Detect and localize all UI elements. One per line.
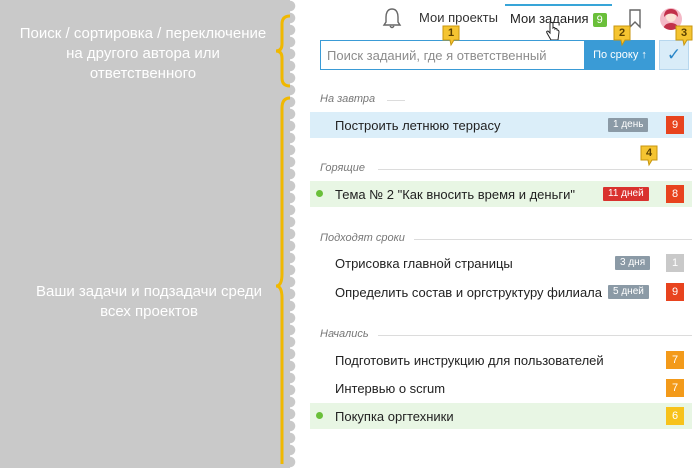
task-row[interactable]: Покупка оргтехники 6 [310, 403, 692, 429]
annotation-brace-bottom [275, 96, 291, 464]
section-divider [414, 239, 692, 240]
annotation-search-note: Поиск / сортировка / переключение на дру… [19, 25, 267, 82]
top-navigation: Мои проекты Мои задания 9 [302, 0, 700, 41]
section-divider [378, 335, 692, 336]
section-title-burning: Горящие [320, 162, 365, 174]
task-title: Покупка оргтехники [335, 409, 454, 424]
task-due-badge: 1 день [608, 118, 649, 132]
task-due-badge: 5 дней [608, 285, 649, 299]
bottom-fade [302, 454, 700, 468]
task-title: Подготовить инструкцию для пользователей [335, 353, 604, 368]
my-projects-link[interactable]: Мои проекты [419, 10, 498, 25]
annotation-marker-2: 2 [612, 25, 632, 47]
task-title: Отрисовка главной страницы [335, 256, 513, 271]
section-title-due-soon: Подходят сроки [320, 232, 405, 244]
task-row[interactable]: Тема № 2 "Как вносить время и деньги" 11… [310, 181, 692, 207]
task-priority-badge: 7 [666, 379, 684, 397]
task-priority-badge: 7 [666, 351, 684, 369]
tasks-panel: Мои проекты Мои задания9 По сроку ↑ ✓ 1 … [302, 0, 700, 468]
section-title-started: Начались [320, 328, 369, 340]
task-due-badge: 11 дней [603, 187, 649, 201]
annotation-marker-1: 1 [441, 25, 461, 47]
task-due-badge: 3 дня [615, 256, 651, 270]
task-priority-badge: 9 [666, 116, 684, 134]
active-status-dot [316, 190, 323, 197]
section-title-tomorrow: На завтра [320, 93, 376, 105]
notifications-bell-icon[interactable] [382, 7, 402, 29]
task-row[interactable]: Определить состав и оргструктуру филиала… [310, 279, 692, 305]
task-priority-badge: 8 [666, 185, 684, 203]
task-row[interactable]: Отрисовка главной страницы 3 дня 1 [310, 250, 692, 276]
checkmark-icon: ✓ [666, 45, 682, 64]
task-priority-badge: 9 [666, 283, 684, 301]
task-priority-badge: 6 [666, 407, 684, 425]
task-title: Интервью о scrum [335, 381, 446, 396]
section-divider [378, 169, 692, 170]
task-row[interactable]: Построить летнюю террасу 1 день 9 [310, 112, 692, 138]
hand-cursor-icon [546, 22, 560, 41]
annotation-marker-3: 3 [674, 25, 694, 47]
annotation-marker-4: 4 [639, 145, 659, 167]
active-status-dot [316, 412, 323, 419]
task-title: Построить летнюю террасу [335, 118, 501, 133]
task-title: Тема № 2 "Как вносить время и деньги" [335, 187, 575, 202]
annotation-brace-top [275, 14, 291, 88]
my-tasks-count-badge: 9 [592, 13, 607, 27]
section-divider [387, 100, 405, 101]
task-row[interactable]: Интервью о scrum 7 [310, 375, 692, 401]
task-priority-badge: 1 [666, 254, 684, 272]
task-title: Определить состав и оргструктуру филиала [335, 285, 602, 300]
annotation-tasks-note: Ваши задачи и подзадачи среди всех проек… [35, 283, 263, 320]
task-row[interactable]: Подготовить инструкцию для пользователей… [310, 347, 692, 373]
